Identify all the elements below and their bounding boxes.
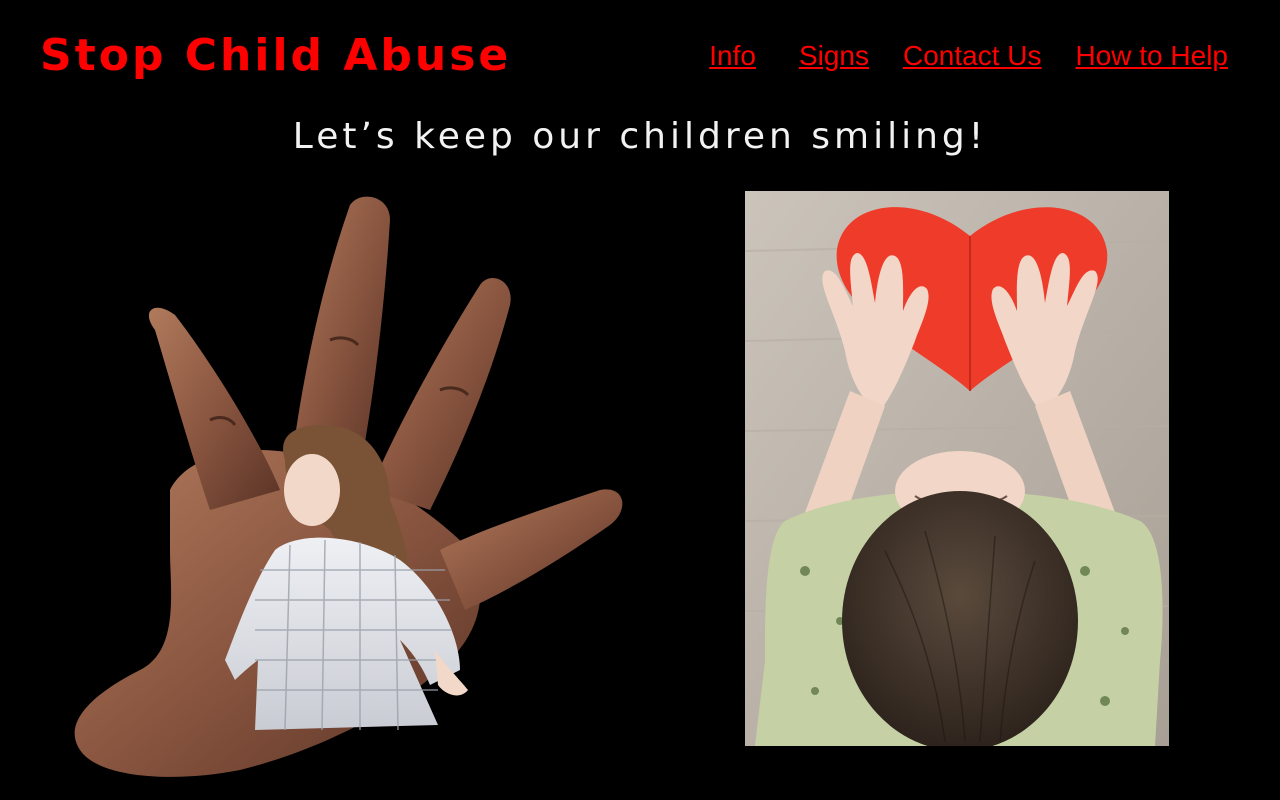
nav-link-how-to-help[interactable]: How to Help <box>1075 40 1228 72</box>
child-with-heart-photo <box>745 191 1169 746</box>
tagline: Let’s keep our children smiling! <box>292 116 988 157</box>
nav-link-contact-us[interactable]: Contact Us <box>903 40 1042 72</box>
nav-link-signs[interactable]: Signs <box>799 40 869 72</box>
main-nav: Info Signs Contact Us How to Help <box>709 40 1228 72</box>
site-title: Stop Child Abuse <box>40 30 512 81</box>
nav-link-info[interactable]: Info <box>709 40 756 72</box>
hand-and-child-illustration <box>74 196 623 777</box>
child-with-paper-heart-photo <box>745 191 1169 746</box>
hand-and-child-image <box>60 190 630 780</box>
